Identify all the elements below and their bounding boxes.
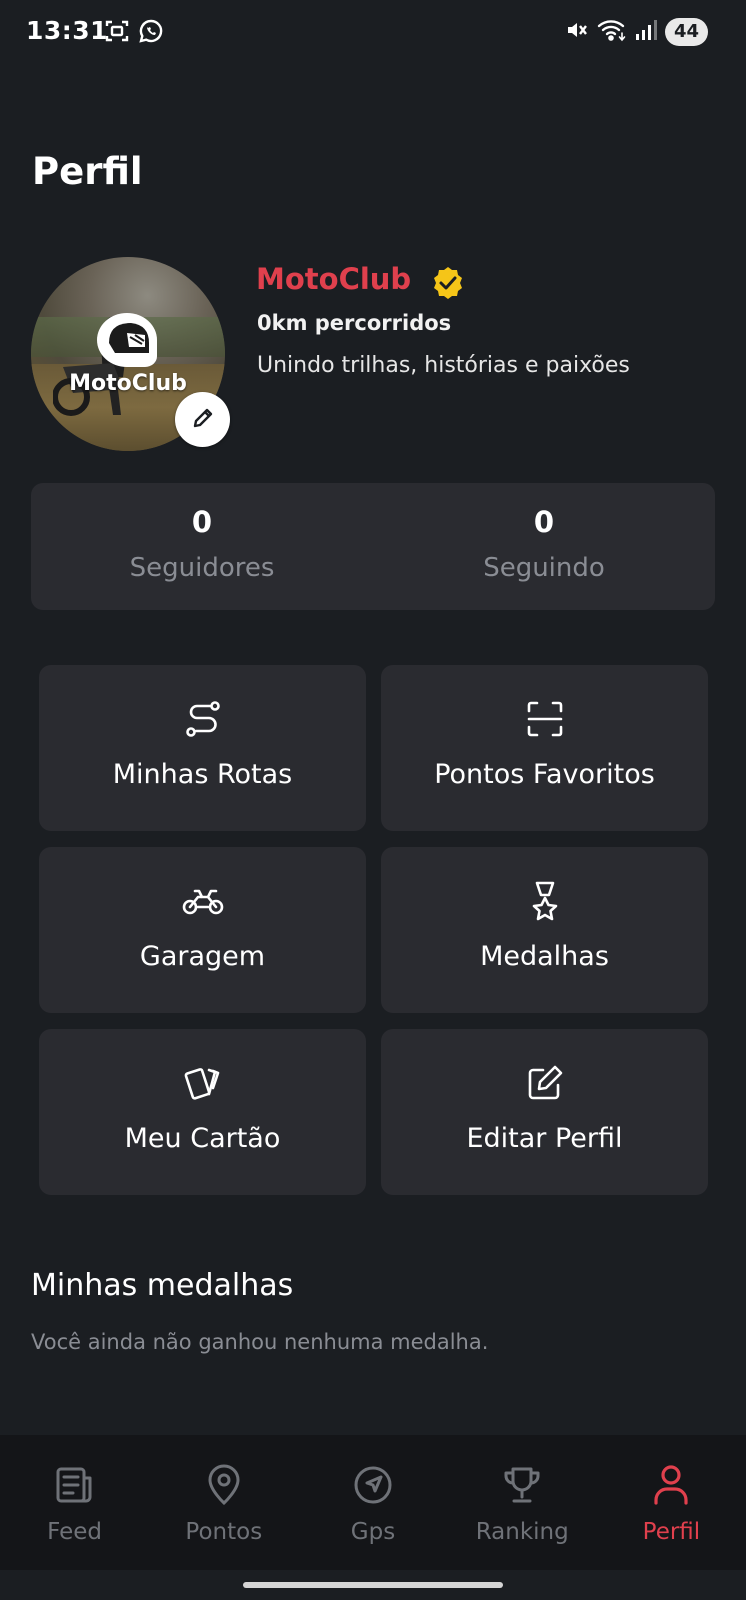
page-title: Perfil: [32, 150, 143, 193]
my-card-button[interactable]: Meu Cartão: [39, 1029, 366, 1195]
screenshot-icon: [104, 18, 130, 48]
followers-count: 0: [191, 505, 213, 539]
my-routes-button[interactable]: Minhas Rotas: [39, 665, 366, 831]
location-pin-icon: [205, 1463, 243, 1507]
nav-pontos[interactable]: Pontos: [149, 1435, 298, 1570]
nav-gps[interactable]: Gps: [298, 1435, 447, 1570]
user-icon: [652, 1463, 690, 1507]
nav-feed[interactable]: Feed: [0, 1435, 149, 1570]
edit-profile-label: Editar Perfil: [466, 1123, 623, 1154]
navigation-icon: [352, 1463, 394, 1507]
feed-icon: [54, 1463, 96, 1507]
status-left-icons: [104, 18, 164, 48]
bottom-navigation: Feed Pontos Gps Ranking Perfil: [0, 1435, 746, 1570]
status-bar: 13:31 44: [0, 0, 746, 66]
profile-name: MotoClub: [256, 262, 412, 296]
home-indicator[interactable]: [243, 1582, 503, 1588]
nav-ranking[interactable]: Ranking: [448, 1435, 597, 1570]
following-stat[interactable]: 0 Seguindo: [373, 483, 715, 610]
my-card-label: Meu Cartão: [124, 1123, 281, 1154]
edit-profile-button[interactable]: Editar Perfil: [381, 1029, 708, 1195]
scan-icon: [525, 699, 565, 739]
nav-perfil-label: Perfil: [642, 1519, 701, 1545]
garage-button[interactable]: Garagem: [39, 847, 366, 1013]
followers-stat[interactable]: 0 Seguidores: [31, 483, 373, 610]
helmet-logo: [97, 313, 157, 367]
medal-icon: [527, 881, 563, 921]
following-count: 0: [533, 505, 555, 539]
garage-label: Garagem: [139, 941, 266, 972]
motorcycle-icon: [181, 881, 225, 921]
medals-section-title: Minhas medalhas: [31, 1268, 294, 1303]
profile-bio: Unindo trilhas, histórias e paixões: [257, 353, 630, 378]
follow-stats: 0 Seguidores 0 Seguindo: [31, 483, 715, 610]
favorite-points-label: Pontos Favoritos: [434, 759, 655, 790]
cards-icon: [183, 1063, 223, 1103]
nav-feed-label: Feed: [47, 1519, 103, 1545]
distance-traveled: 0km percorridos: [257, 311, 452, 335]
nav-pontos-label: Pontos: [185, 1519, 263, 1545]
trophy-icon: [501, 1463, 543, 1507]
medals-button[interactable]: Medalhas: [381, 847, 708, 1013]
route-icon: [183, 699, 223, 739]
medals-label: Medalhas: [480, 941, 609, 972]
my-routes-label: Minhas Rotas: [112, 759, 293, 790]
nav-gps-label: Gps: [350, 1519, 396, 1545]
verified-badge-icon: [431, 266, 465, 304]
edit-avatar-button[interactable]: [175, 392, 230, 447]
battery-indicator: 44: [664, 18, 708, 46]
edit-icon: [525, 1063, 565, 1103]
favorite-points-button[interactable]: Pontos Favoritos: [381, 665, 708, 831]
nav-ranking-label: Ranking: [475, 1519, 569, 1545]
signal-icon: [635, 19, 657, 45]
following-label: Seguindo: [483, 553, 605, 583]
medals-empty-message: Você ainda não ganhou nenhuma medalha.: [31, 1330, 489, 1354]
nav-perfil[interactable]: Perfil: [597, 1435, 746, 1570]
pencil-icon: [191, 406, 215, 434]
status-right-icons: 44: [565, 18, 708, 46]
mute-icon: [565, 18, 589, 46]
followers-label: Seguidores: [129, 553, 275, 583]
wifi-icon: [597, 18, 627, 46]
status-time: 13:31: [26, 16, 109, 45]
whatsapp-icon: [138, 18, 164, 48]
